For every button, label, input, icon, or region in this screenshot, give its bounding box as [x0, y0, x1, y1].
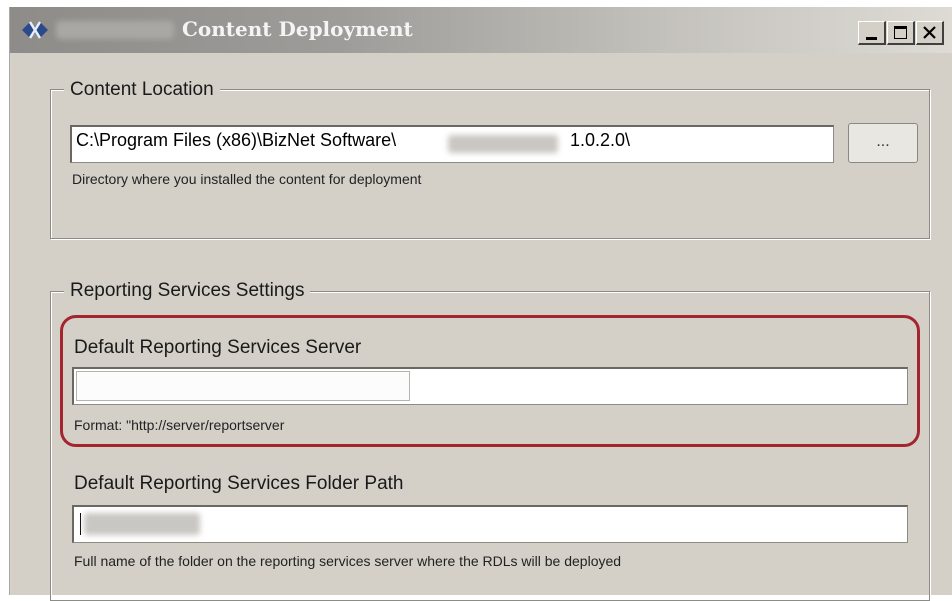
server-input-overlay	[76, 371, 410, 401]
maximize-button[interactable]	[887, 21, 915, 45]
server-hint: Format: "http://server/reportserver	[74, 417, 285, 433]
content-location-version: 1.0.2.0\	[570, 130, 631, 150]
redacted-product-name	[448, 135, 558, 153]
folder-hint: Full name of the folder on the reporting…	[74, 553, 622, 569]
content-location-hint: Directory where you installed the conten…	[72, 171, 422, 187]
server-input[interactable]	[72, 367, 908, 405]
content-location-input[interactable]: C:\Program Files (x86)\BizNet Software\ …	[70, 125, 834, 163]
minimize-icon	[866, 37, 877, 40]
minimize-button[interactable]	[858, 21, 886, 45]
window-title: Content Deployment	[182, 17, 413, 41]
app-logo-icon	[22, 21, 48, 39]
content-location-legend: Content Location	[64, 79, 220, 101]
title-bar[interactable]: Content Deployment	[10, 7, 952, 53]
close-button[interactable]	[916, 21, 944, 45]
content-location-path: C:\Program Files (x86)\BizNet Software\	[76, 130, 397, 150]
folder-label: Default Reporting Services Folder Path	[74, 473, 404, 494]
text-cursor	[80, 513, 81, 535]
app-name-redacted	[56, 21, 174, 39]
content-deployment-window: Content Deployment Content Location C:\P…	[8, 6, 952, 601]
server-label: Default Reporting Services Server	[74, 337, 362, 358]
reporting-services-legend: Reporting Services Settings	[64, 280, 311, 302]
close-icon	[923, 26, 936, 39]
browse-button[interactable]: ...	[848, 123, 918, 163]
folder-input[interactable]	[72, 505, 908, 543]
maximize-icon	[894, 26, 907, 39]
redacted-folder-name	[84, 513, 200, 535]
content-location-group	[50, 89, 930, 239]
